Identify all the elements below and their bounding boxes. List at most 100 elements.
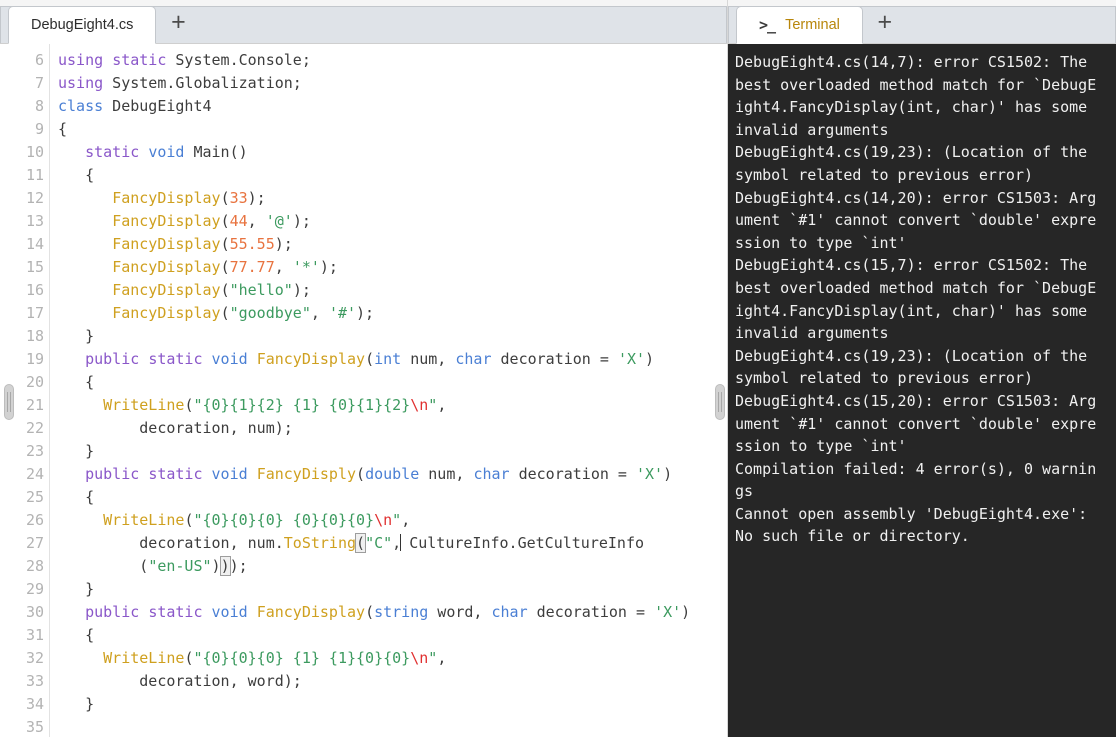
tab-debugeight4-cs[interactable]: DebugEight4.cs [8,6,157,44]
line-number: 26 [25,511,44,529]
line-number: 28 [25,557,44,575]
code-token: ); [319,258,338,276]
code-token: } [58,580,95,598]
editor-new-tab-button[interactable]: + [156,5,200,43]
code-line[interactable]: { [58,486,727,509]
editor-vertical-scrollbar-thumb[interactable] [715,384,725,420]
terminal-line: Cannot open assembly 'DebugEight4.exe': [735,504,1088,523]
matching-bracket-highlight: ) [219,556,231,576]
code-token: ( [220,258,230,276]
line-number: 34 [25,695,44,713]
line-number: 15 [25,258,44,276]
code-token: , [401,511,411,529]
editor-left-scrollbar-thumb[interactable] [4,384,14,420]
code-line[interactable]: decoration, word); [58,670,727,693]
terminal-line: best overloaded method match for `DebugE [735,278,1097,297]
code-line[interactable]: FancyDisplay("goodbye", '#'); [58,302,727,325]
code-token: 77.77 [229,258,275,276]
code-token: ( [58,557,149,575]
code-line[interactable]: FancyDisplay(77.77, '*'); [58,256,727,279]
code-line[interactable]: FancyDisplay(44, '@'); [58,210,727,233]
editor-tabstrip: DebugEight4.cs + [0,0,727,44]
code-editor-area[interactable]: using static System.Console; using System… [50,44,727,737]
code-line[interactable]: WriteLine("{0}{0}{0} {1} {1}{0}{0}\n", [58,647,727,670]
code-token: "{0}{1}{2} {1} {0}{1}{2} [193,396,411,414]
terminal-line: symbol related to previous error) [735,165,1034,184]
line-number: 27 [25,534,44,552]
code-token: 33 [229,189,248,207]
code-line[interactable]: { [58,624,727,647]
code-token: class [58,97,104,115]
code-line[interactable]: decoration, num); [58,417,727,440]
code-line[interactable]: } [58,578,727,601]
editor-left-scrollbar[interactable] [0,44,18,737]
code-token: ( [365,350,375,368]
terminal-line: DebugEight4.cs(15,20): error CS1503: Arg [735,391,1097,410]
code-line[interactable]: decoration, num.ToString("C", CultureInf… [58,532,727,555]
code-token: } [58,442,95,460]
code-line[interactable]: { [58,371,727,394]
code-line[interactable]: WriteLine("{0}{1}{2} {1} {0}{1}{2}\n", [58,394,727,417]
code-line[interactable]: } [58,325,727,348]
line-number: 6 [34,51,44,69]
terminal-output[interactable]: DebugEight4.cs(14,7): error CS1502: The b… [728,44,1116,737]
code-line[interactable]: FancyDisplay("hello"); [58,279,727,302]
code-token: double [365,465,420,483]
code-token: ); [292,281,311,299]
code-line[interactable]: WriteLine("{0}{0}{0} {0}{0}{0}\n", [58,509,727,532]
line-number: 20 [25,373,44,391]
line-number-gutter: 6 7 8 9 10 11 12 13 14 15 16 17 18 19 20 21 22 23 24 25 26 27… [18,44,50,737]
code-token: ( [356,465,366,483]
code-token: } [58,695,95,713]
code-token: 'X' [654,603,682,621]
code-body: 6 7 8 9 10 11 12 13 14 15 16 17 18 19 20 21 22 23 24 25 26 27… [0,44,727,737]
line-number: 14 [25,235,44,253]
line-number: 33 [25,672,44,690]
line-number: 9 [34,120,44,138]
code-line[interactable]: ("en-US"))); [58,555,727,578]
code-token: ) [211,557,221,575]
code-line[interactable]: } [58,440,727,463]
code-line[interactable]: public static void FancyDisplay(string w… [58,601,727,624]
code-line[interactable]: using static System.Console; [58,49,727,72]
tab-terminal[interactable]: >_ Terminal [736,6,863,44]
code-token: public [85,603,140,621]
code-token: 'X' [617,350,646,368]
code-token: decoration = [509,465,636,483]
code-token: ) [645,350,655,368]
code-line[interactable]: class DebugEight4 [58,95,727,118]
code-token: ) [663,465,673,483]
line-number: 32 [25,649,44,667]
code-token: FancyDisplay [256,350,366,368]
code-token: decoration = [527,603,655,621]
code-token: void [211,465,248,483]
code-line[interactable]: } [58,693,727,716]
code-line[interactable]: { [58,118,727,141]
code-token: "{0}{0}{0} {1} {1}{0}{0} [193,649,411,667]
line-number: 18 [25,327,44,345]
code-line[interactable]: FancyDisplay(33); [58,187,727,210]
code-line[interactable]: static void Main() [58,141,727,164]
code-token: , [274,258,293,276]
code-line[interactable] [58,716,727,737]
terminal-new-tab-button[interactable]: + [863,5,907,43]
editor-vertical-scrollbar[interactable] [713,44,727,737]
code-token: , [247,212,266,230]
code-line[interactable]: public static void FancyDisply(double nu… [58,463,727,486]
code-token: \n [410,649,429,667]
code-token: static [148,465,203,483]
code-line[interactable]: FancyDisplay(55.55); [58,233,727,256]
ide-window: DebugEight4.cs + 6 7 8 9 10 11 12 13 14 15 16 17 18 1… [0,0,1116,737]
code-line[interactable]: { [58,164,727,187]
code-line[interactable]: using System.Globalization; [58,72,727,95]
code-token: FancyDisply [256,465,357,483]
code-line[interactable]: public static void FancyDisplay(int num,… [58,348,727,371]
